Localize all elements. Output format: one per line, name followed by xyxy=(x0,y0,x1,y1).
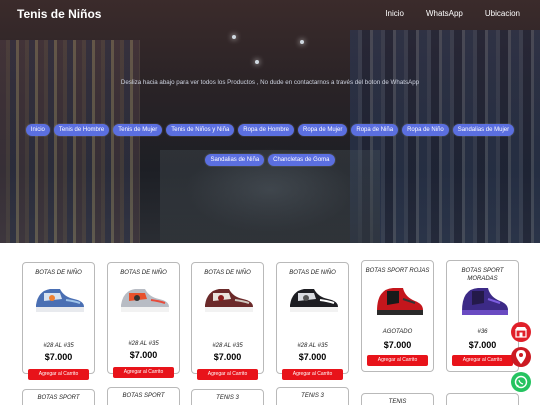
store-button[interactable] xyxy=(511,322,531,342)
product-price: $7.000 xyxy=(44,352,73,362)
sneaker-image xyxy=(36,289,84,312)
product-card: TENIS 3 xyxy=(191,389,264,405)
category-pill[interactable]: Tenis de Mujer xyxy=(113,124,163,136)
product-card: BOTAS SPORT xyxy=(107,387,180,405)
location-button[interactable] xyxy=(511,347,531,367)
product-card: BOTAS SPORT ROJAS AGOTADO $7.000 Agregar… xyxy=(361,260,434,372)
add-to-cart-button[interactable]: Agregar al Carrito xyxy=(282,369,343,380)
category-pill[interactable]: Ropa de Hombre xyxy=(238,124,294,136)
product-card: BOTAS SPORT MORADAS #36 $7.000 Agregar a… xyxy=(446,260,519,372)
whatsapp-icon xyxy=(514,375,528,389)
sneaker-image xyxy=(462,288,508,315)
product-name: BOTAS DE NIÑO xyxy=(35,270,82,276)
product-name: BOTAS SPORT xyxy=(122,393,165,399)
product-price: $7.000 xyxy=(468,340,497,350)
brand-title[interactable]: Tenis de Niños xyxy=(17,7,101,21)
product-card: BOTAS DE NIÑO #28 AL #35 $7.000 Agregar … xyxy=(22,262,95,380)
ceiling-lamp xyxy=(232,35,236,39)
category-pill[interactable]: Inicio xyxy=(25,124,50,136)
category-pill[interactable]: Chancletas de Goma xyxy=(268,154,335,166)
product-card: BOTAS DE NIÑO #28 AL #35 $7.000 Agregar … xyxy=(107,262,180,378)
category-pill[interactable]: Ropa de Niña xyxy=(351,124,399,136)
product-size: #28 AL #35 xyxy=(297,343,328,349)
category-pill[interactable]: Ropa de Mujer xyxy=(298,124,348,136)
product-name: BOTAS DE NIÑO xyxy=(289,270,336,276)
product-size: #28 AL #35 xyxy=(128,341,159,347)
nav-link-whatsapp[interactable]: WhatsApp xyxy=(426,9,463,18)
ceiling-lamp xyxy=(300,40,304,44)
navbar: Tenis de Niños Inicio WhatsApp Ubicacion xyxy=(0,0,540,28)
nav-link-inicio[interactable]: Inicio xyxy=(385,9,404,18)
product-size: #36 xyxy=(477,329,488,335)
product-grid: BOTAS DE NIÑO #28 AL #35 $7.000 Agregar … xyxy=(0,243,540,405)
map-pin-icon xyxy=(516,350,526,364)
sneaker-image xyxy=(290,289,338,312)
product-name: BOTAS SPORT xyxy=(37,395,80,401)
product-price: $7.000 xyxy=(213,352,242,362)
product-size: #28 AL #35 xyxy=(43,343,74,349)
add-to-cart-button[interactable]: Agregar al Carrito xyxy=(367,355,428,366)
nav-link-ubicacion[interactable]: Ubicacion xyxy=(485,9,520,18)
product-size: #28 AL #35 xyxy=(212,343,243,349)
category-pill[interactable]: Tenis de Niños y Niña xyxy=(166,124,235,136)
category-pill[interactable]: Sandalias de Mujer xyxy=(452,124,515,136)
add-to-cart-button[interactable]: Agregar al Carrito xyxy=(197,369,258,380)
product-size: AGOTADO xyxy=(382,329,413,335)
sneaker-image xyxy=(205,289,253,312)
product-card: BOTAS DE NIÑO #28 AL #35 $7.000 Agregar … xyxy=(276,262,349,380)
product-price: $7.000 xyxy=(298,352,327,362)
add-to-cart-button[interactable]: Agregar al Carrito xyxy=(113,367,174,378)
category-pill[interactable]: Ropa de Niño xyxy=(402,124,449,136)
product-card xyxy=(446,393,519,405)
category-pills: Inicio Tenis de Hombre Tenis de Mujer Te… xyxy=(20,124,520,166)
nav-links: Inicio WhatsApp Ubicacion xyxy=(385,9,520,18)
product-name: TENIS 3 xyxy=(301,393,324,399)
product-card: TENIS 3 xyxy=(276,387,349,405)
product-name: TENIS 3 xyxy=(216,395,239,401)
hero-banner: Tenis de Niños Inicio WhatsApp Ubicacion… xyxy=(0,0,540,243)
whatsapp-button[interactable] xyxy=(511,372,531,392)
product-name: BOTAS DE NIÑO xyxy=(120,270,167,276)
product-card: BOTAS SPORT xyxy=(22,389,95,405)
product-card: TENIS xyxy=(361,393,434,405)
product-price: $7.000 xyxy=(129,350,158,360)
ceiling-lamp xyxy=(255,60,259,64)
hero-tagline: Desliza hacia abajo para ver todos los P… xyxy=(120,79,420,86)
add-to-cart-button[interactable]: Agregar al Carrito xyxy=(28,369,89,380)
category-pill[interactable]: Tenis de Hombre xyxy=(53,124,110,136)
product-price: $7.000 xyxy=(383,340,412,350)
add-to-cart-button[interactable]: Agregar al Carrito xyxy=(452,355,513,366)
sneaker-image xyxy=(377,288,423,315)
category-pill[interactable]: Sandalias de Niña xyxy=(205,154,265,166)
product-card: BOTAS DE NIÑO #28 AL #35 $7.000 Agregar … xyxy=(191,262,264,380)
sneaker-image xyxy=(121,289,169,312)
product-name: TENIS xyxy=(388,399,407,405)
product-name: BOTAS SPORT ROJAS xyxy=(365,268,430,274)
product-name: BOTAS DE NIÑO xyxy=(204,270,251,276)
product-name: BOTAS SPORT MORADAS xyxy=(461,268,504,282)
store-icon xyxy=(515,327,527,338)
